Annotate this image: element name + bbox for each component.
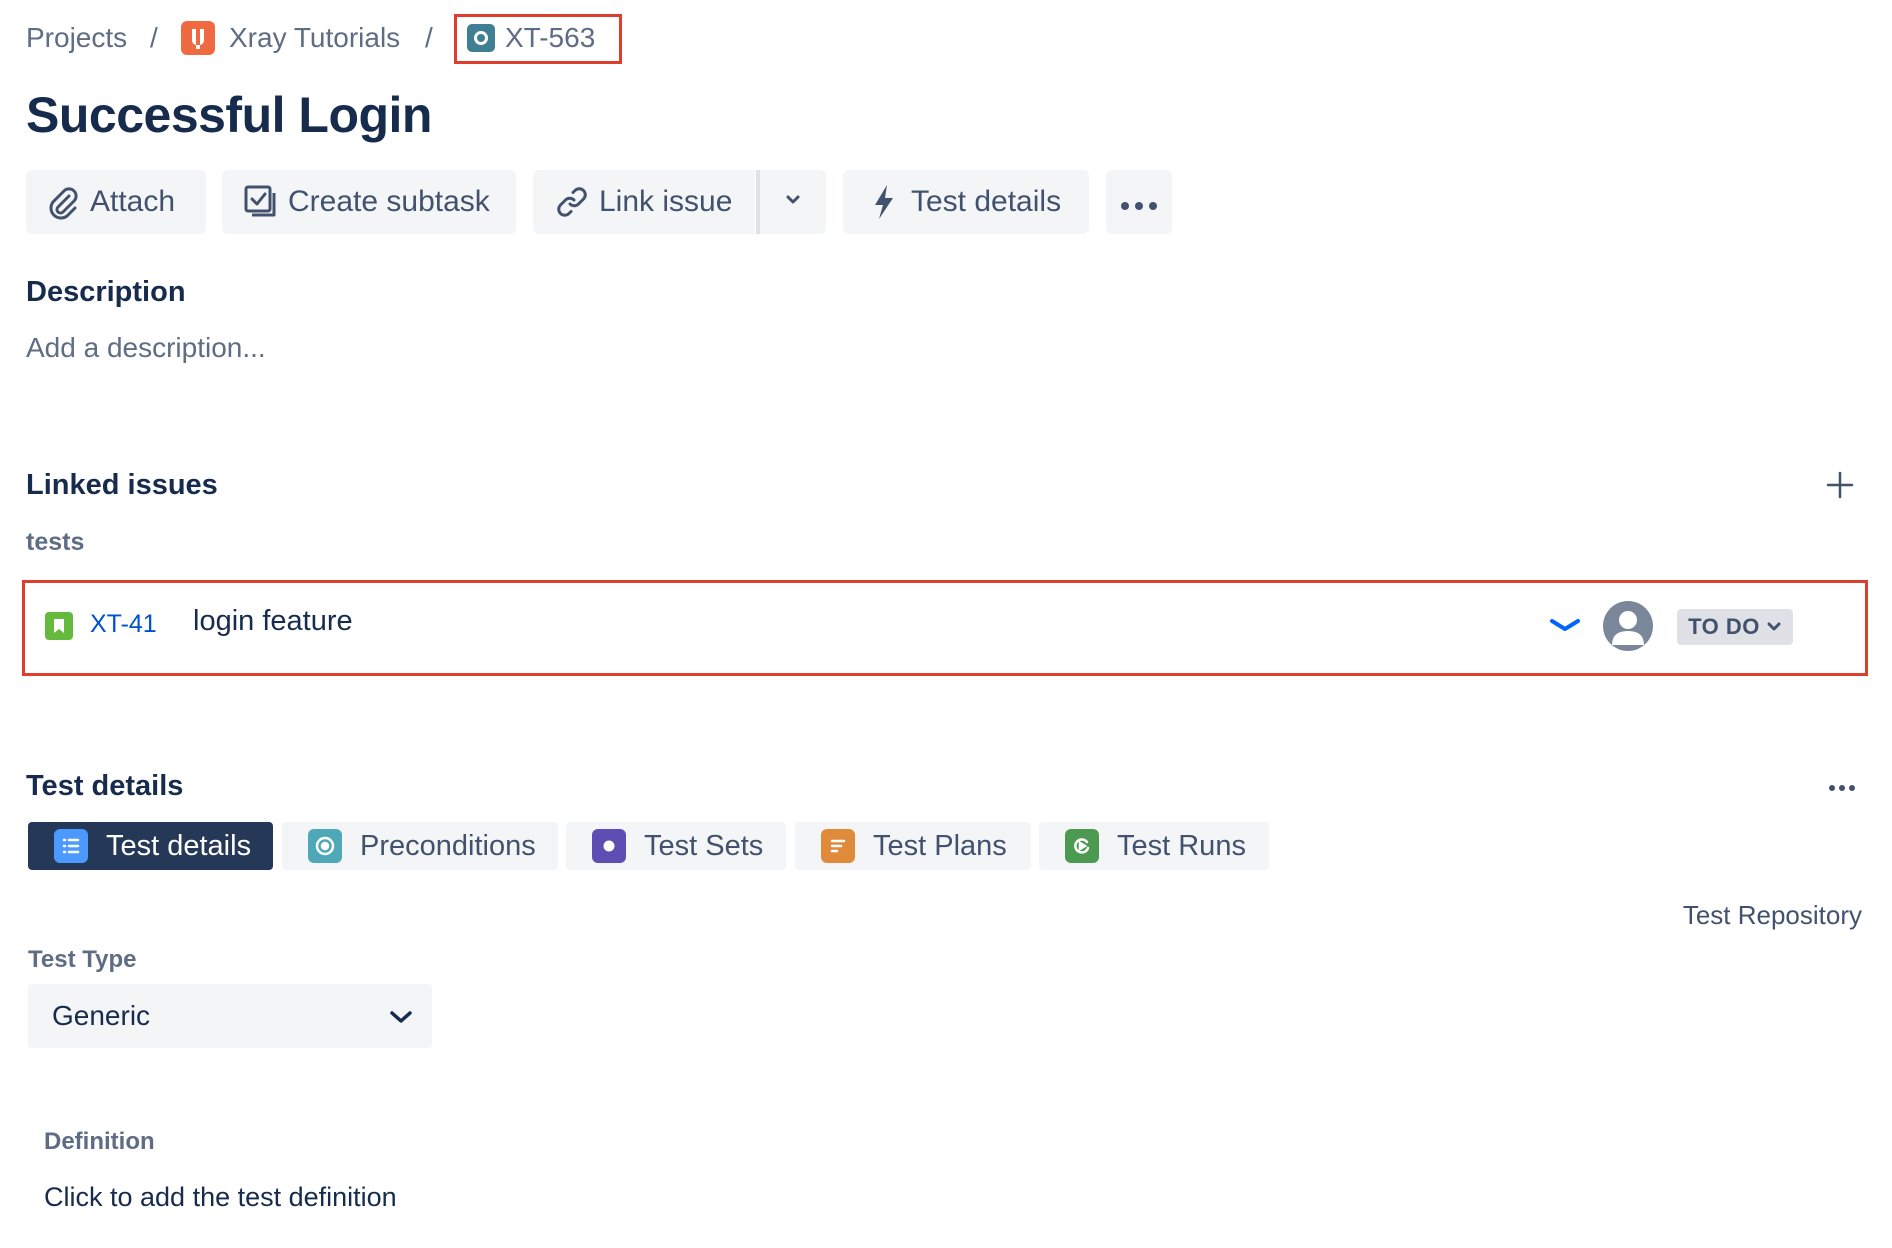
chevron-down-icon (782, 185, 804, 219)
more-horizontal-icon (1119, 185, 1159, 219)
tab-label: Test Sets (644, 829, 764, 862)
tab-label: Test details (106, 829, 252, 862)
attach-button[interactable]: Attach (26, 170, 206, 234)
tab-test-runs[interactable]: Test Runs (1039, 822, 1269, 870)
test-details-more-button[interactable] (1827, 780, 1857, 791)
description-placeholder[interactable]: Add a description... (26, 332, 266, 364)
breadcrumb-separator: / (150, 22, 158, 53)
add-linked-issue-button[interactable] (1824, 469, 1856, 501)
test-runs-icon (1065, 829, 1099, 863)
test-issue-icon (467, 24, 495, 52)
tab-label: Test Plans (873, 829, 1007, 862)
page-title[interactable]: Successful Login (26, 86, 432, 144)
tab-test-plans[interactable]: Test Plans (795, 822, 1031, 870)
linked-issues-heading: Linked issues (26, 469, 218, 501)
attach-label: Attach (90, 185, 176, 218)
breadcrumb-project[interactable]: Xray Tutorials (229, 18, 400, 58)
story-icon (45, 612, 73, 640)
status-badge[interactable]: TO DO (1677, 609, 1793, 645)
tab-preconditions[interactable]: Preconditions (282, 822, 558, 870)
test-plans-icon (821, 829, 855, 863)
link-issue-dropdown-button[interactable] (760, 170, 826, 234)
create-subtask-button[interactable]: Create subtask (222, 170, 516, 234)
link-icon (553, 183, 591, 221)
tab-test-sets[interactable]: Test Sets (566, 822, 786, 870)
more-actions-button[interactable] (1106, 170, 1172, 234)
status-label: TO DO (1688, 614, 1760, 639)
breadcrumb-issue-key[interactable]: XT-563 (505, 18, 595, 58)
definition-placeholder[interactable]: Click to add the test definition (44, 1182, 397, 1213)
plus-icon (1824, 471, 1856, 505)
test-details-heading: Test details (26, 770, 184, 802)
linked-issue-summary[interactable]: login feature (193, 605, 353, 638)
low-priority-icon (1548, 615, 1582, 635)
more-horizontal-icon (1827, 780, 1857, 797)
test-type-label: Test Type (28, 946, 137, 973)
tab-label: Preconditions (360, 829, 536, 862)
definition-label: Definition (44, 1128, 155, 1155)
description-heading: Description (26, 276, 186, 308)
lightning-icon (865, 183, 903, 221)
test-sets-icon (592, 829, 626, 863)
breadcrumb-projects[interactable]: Projects (26, 18, 127, 58)
test-details-icon (54, 829, 88, 863)
test-details-label: Test details (911, 185, 1062, 218)
linked-issue-key[interactable]: XT-41 (90, 610, 157, 639)
tab-label: Test Runs (1117, 829, 1246, 862)
link-relation-label: tests (26, 528, 85, 556)
chevron-down-icon (388, 1004, 414, 1036)
paperclip-icon (44, 183, 82, 221)
link-issue-label: Link issue (599, 185, 733, 218)
subtask-icon (242, 183, 280, 221)
create-subtask-label: Create subtask (288, 185, 490, 218)
avatar[interactable] (1603, 601, 1653, 651)
test-details-button[interactable]: Test details (843, 170, 1089, 234)
breadcrumb-separator: / (425, 22, 433, 53)
test-type-value: Generic (52, 1000, 151, 1031)
link-issue-button[interactable]: Link issue (533, 170, 755, 234)
preconditions-icon (308, 829, 342, 863)
xray-project-icon (181, 21, 215, 55)
chevron-down-icon (1766, 619, 1782, 635)
test-repository-link[interactable]: Test Repository (1683, 900, 1862, 931)
test-type-select[interactable]: Generic (28, 984, 432, 1048)
tab-test-details[interactable]: Test details (28, 822, 273, 870)
